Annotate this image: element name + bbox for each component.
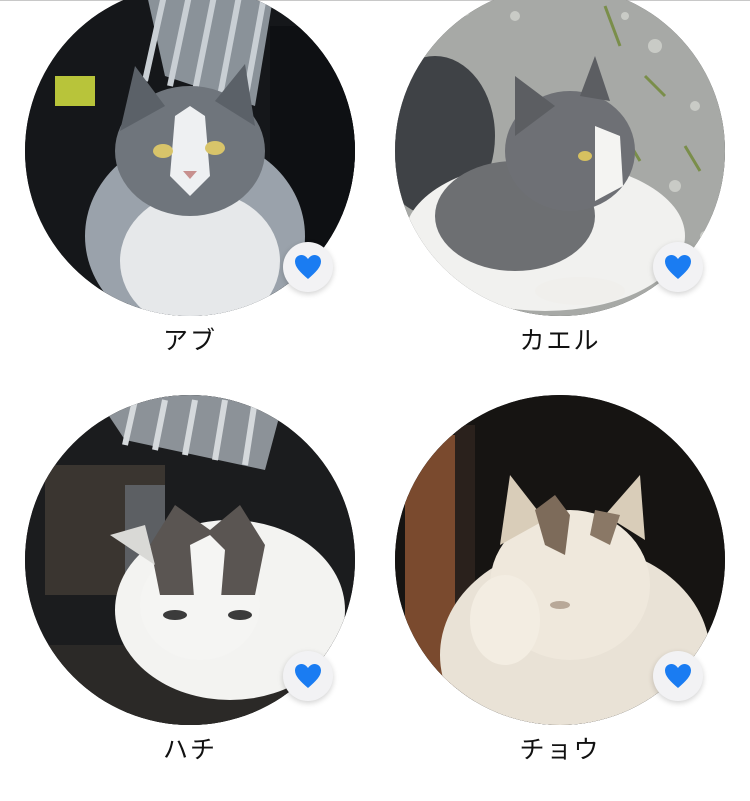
cat-name: カエル (519, 326, 601, 355)
favorite-button[interactable] (283, 651, 333, 701)
cat-name: ハチ (162, 735, 217, 764)
heart-icon (665, 664, 691, 688)
favorite-button[interactable] (653, 242, 703, 292)
cat-card-hachi[interactable]: ハチ (25, 395, 355, 775)
cat-name: アブ (162, 326, 217, 355)
cat-card-kaeru[interactable]: カエル (395, 0, 725, 366)
heart-icon (295, 664, 321, 688)
favorite-button[interactable] (653, 651, 703, 701)
cat-name: チョウ (519, 735, 601, 764)
heart-icon (295, 255, 321, 279)
cat-card-chou[interactable]: チョウ (395, 395, 725, 775)
heart-icon (665, 255, 691, 279)
favorite-button[interactable] (283, 242, 333, 292)
cat-card-abu[interactable]: アブ (25, 0, 355, 366)
